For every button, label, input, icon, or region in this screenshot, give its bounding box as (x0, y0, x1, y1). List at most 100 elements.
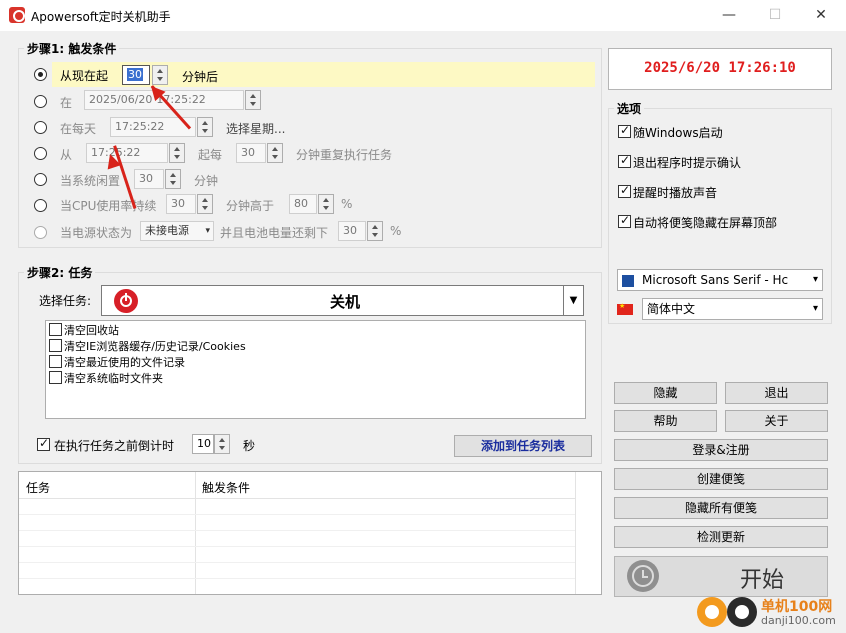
column-header-trigger[interactable]: 触发条件 (202, 479, 250, 496)
font-icon (622, 274, 634, 287)
radio-idle[interactable] (34, 173, 47, 186)
repeat-unit: 分钟重复执行任务 (296, 148, 393, 162)
from-now-unit: 分钟后 (182, 70, 219, 84)
cpu-mid-label: 分钟高于 (226, 199, 275, 213)
power-state-select[interactable]: 未接电源 ▾ (140, 221, 214, 241)
task-value: 关机 (329, 293, 360, 311)
battery-percent-sign: % (390, 224, 402, 238)
current-datetime: 2025/6/20 17:26:10 (644, 60, 796, 76)
at-label: 在 (60, 96, 73, 110)
step1-title: 步骤1: 触发条件 (24, 40, 120, 57)
idle-label: 当系统闲置 (60, 174, 121, 188)
add-to-list-button[interactable]: 添加到任务列表 (454, 435, 592, 457)
power-icon (114, 289, 138, 313)
daily-label: 在每天 (60, 122, 97, 136)
start-button-label: 开始 (740, 568, 785, 593)
chevron-down-icon: ▾ (812, 274, 818, 285)
cpu-minutes-input[interactable]: 30 (166, 194, 196, 214)
choose-week-link[interactable]: 选择星期... (226, 120, 285, 137)
idle-spinner[interactable] (165, 169, 181, 189)
from-label: 从 (60, 148, 73, 162)
radio-at-time[interactable] (34, 95, 47, 108)
from-now-label: 从现在起 (60, 69, 109, 83)
subtask-label: 清空回收站 (64, 324, 119, 337)
cpu-percent-spinner[interactable] (318, 194, 334, 214)
countdown-input[interactable]: 10 (192, 434, 214, 454)
countdown-unit: 秒 (243, 439, 256, 453)
subtask-checkbox-recent-files[interactable] (49, 355, 62, 368)
task-dropdown-arrow-icon[interactable]: ▼ (563, 286, 583, 315)
watermark-logo-icon (697, 597, 727, 627)
countdown-label: 在执行任务之前倒计时 (54, 439, 175, 453)
watermark-logo-icon (727, 597, 757, 627)
every-label: 起每 (198, 148, 223, 162)
idle-minutes-input[interactable]: 30 (134, 169, 164, 189)
font-select[interactable]: Microsoft Sans Serif - Hc ▾ (617, 269, 823, 291)
hide-button[interactable]: 隐藏 (614, 382, 717, 404)
battery-label: 并且电池电量还剩下 (220, 226, 329, 240)
option-checkbox-startup[interactable] (618, 123, 631, 138)
row-line (19, 562, 575, 563)
close-button[interactable]: ✕ (798, 0, 844, 30)
at-datetime-spinner[interactable] (245, 90, 261, 110)
check-update-button[interactable]: 检测更新 (614, 526, 828, 548)
repeat-start-spinner[interactable] (169, 143, 185, 163)
create-note-button[interactable]: 创建便笺 (614, 468, 828, 490)
language-select[interactable]: 简体中文 ▾ (642, 298, 823, 320)
column-header-task[interactable]: 任务 (26, 479, 50, 496)
help-button[interactable]: 帮助 (614, 410, 717, 432)
radio-from-now[interactable] (34, 68, 47, 81)
step2-title: 步骤2: 任务 (24, 264, 96, 281)
cpu-percent-sign: % (341, 197, 353, 211)
options-title: 选项 (614, 100, 645, 117)
repeat-interval-input[interactable]: 30 (236, 143, 266, 163)
cpu-minutes-spinner[interactable] (197, 194, 213, 214)
china-flag-icon: ★ (617, 302, 633, 315)
option-label-hide-notes: 自动将便笺隐藏在屏幕顶部 (633, 216, 778, 230)
minimize-button[interactable]: — (706, 0, 752, 30)
row-line (19, 546, 575, 547)
battery-input[interactable]: 30 (338, 221, 366, 241)
subtask-label: 清空IE浏览器缓存/历史记录/Cookies (64, 340, 246, 353)
subtask-checkbox-ie-cache[interactable] (49, 339, 62, 352)
exit-button[interactable]: 退出 (725, 382, 828, 404)
row-line (19, 514, 575, 515)
login-register-button[interactable]: 登录&注册 (614, 439, 828, 461)
subtask-checkbox-temp-files[interactable] (49, 371, 62, 384)
row-line (19, 578, 575, 579)
subtask-checkbox-recycle[interactable] (49, 323, 62, 336)
repeat-start-time-input[interactable]: 17:25:22 (86, 143, 168, 163)
option-checkbox-exit-confirm[interactable] (618, 153, 631, 168)
chevron-down-icon: ▾ (812, 303, 818, 314)
option-checkbox-sound[interactable] (618, 183, 631, 198)
about-button[interactable]: 关于 (725, 410, 828, 432)
power-label: 当电源状态为 (60, 226, 133, 240)
cpu-label: 当CPU使用率持续 (60, 199, 157, 213)
battery-spinner[interactable] (367, 221, 383, 241)
cpu-percent-input[interactable]: 80 (289, 194, 317, 214)
option-label-startup: 随Windows启动 (633, 126, 723, 140)
hide-all-notes-button[interactable]: 隐藏所有便笺 (614, 497, 828, 519)
watermark-url: danji100.com (761, 614, 836, 627)
column-divider (195, 472, 196, 594)
radio-power (34, 226, 47, 239)
app-logo-icon (9, 7, 25, 23)
from-now-minutes-input[interactable]: 30 (122, 65, 150, 85)
radio-cpu[interactable] (34, 199, 47, 212)
task-table-header (19, 472, 575, 499)
radio-repeat[interactable] (34, 147, 47, 160)
radio-daily[interactable] (34, 121, 47, 134)
clock-icon (627, 560, 659, 592)
countdown-spinner[interactable] (214, 434, 230, 454)
column-divider (575, 472, 576, 594)
option-checkbox-hide-notes[interactable] (618, 213, 631, 228)
repeat-interval-spinner[interactable] (267, 143, 283, 163)
subtask-label: 清空最近使用的文件记录 (64, 356, 185, 369)
select-task-label: 选择任务: (39, 294, 92, 308)
window-title: Apowersoft定时关机助手 (31, 10, 171, 24)
option-label-exit-confirm: 退出程序时提示确认 (633, 156, 742, 170)
daily-time-spinner[interactable] (197, 117, 213, 137)
maximize-button: ☐ (768, 7, 782, 23)
subtask-label: 清空系统临时文件夹 (64, 372, 163, 385)
countdown-checkbox[interactable] (37, 436, 50, 451)
